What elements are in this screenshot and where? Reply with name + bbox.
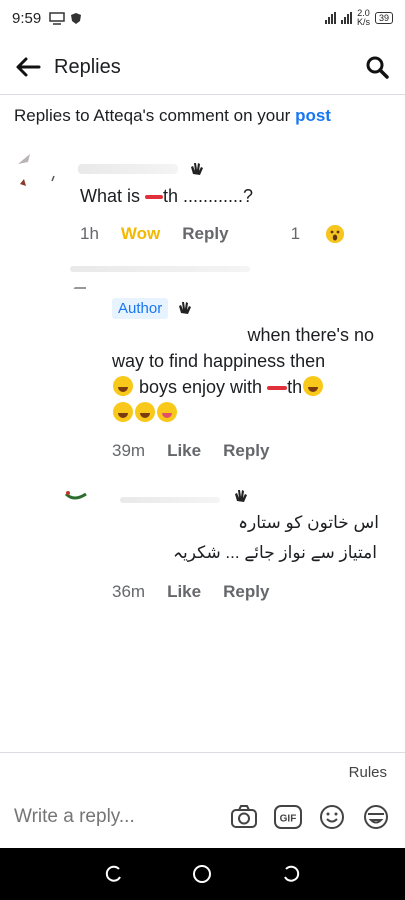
- net-speed: 2.0 K/s: [356, 8, 370, 27]
- comment-text: What is th ............?: [80, 186, 254, 206]
- shield-icon: [71, 12, 82, 24]
- wave-hand-icon: [235, 490, 247, 502]
- notification-icon: [49, 11, 65, 25]
- signal-icon: [324, 12, 336, 24]
- comment-text-line: اس خاتون کو ستارہ: [238, 513, 379, 532]
- system-nav-bar: [0, 848, 405, 900]
- comment-time: 36m: [112, 582, 146, 601]
- reply-button[interactable]: Reply: [223, 441, 269, 461]
- wow-emoji-icon: [326, 225, 345, 243]
- comment-text: when there's no way to find happiness th…: [112, 322, 392, 426]
- emoji-icon[interactable]: [317, 802, 347, 832]
- reply-input[interactable]: [14, 806, 194, 828]
- reply-button[interactable]: Reply: [182, 224, 228, 244]
- laughing-emoji-icon: [113, 376, 133, 396]
- commenter-name[interactable]: [78, 164, 178, 174]
- redaction-mark: [267, 386, 288, 391]
- author-badge: Author: [112, 298, 169, 319]
- camera-icon[interactable]: [229, 802, 259, 832]
- arrow-left-icon[interactable]: [14, 53, 42, 81]
- wave-hand-icon: [191, 163, 203, 175]
- commenter-name[interactable]: [70, 266, 250, 272]
- page-title: Replies: [54, 55, 121, 78]
- compose-bar: GIF: [0, 792, 405, 842]
- wave-hand-icon: [179, 302, 191, 314]
- back-nav-icon[interactable]: [279, 862, 303, 886]
- search-icon[interactable]: [363, 53, 391, 81]
- rules-link[interactable]: Rules: [349, 764, 387, 781]
- status-bar: 9:59 2.0 K/s 39: [0, 0, 405, 36]
- tongue-emoji-icon: [157, 402, 177, 422]
- compose-divider: [0, 752, 405, 753]
- avatar[interactable]: [70, 282, 104, 316]
- comment-time: 39m: [112, 441, 146, 460]
- redaction-mark: [145, 195, 164, 200]
- commenter-name[interactable]: [120, 497, 220, 503]
- sticker-icon[interactable]: [361, 802, 391, 832]
- home-icon[interactable]: [190, 862, 214, 886]
- avatar[interactable]: [14, 146, 60, 192]
- battery-icon: 39: [374, 12, 393, 24]
- status-time: 9:59: [12, 9, 42, 27]
- comment-time: 1h: [80, 224, 99, 243]
- comment-actions: 1h Wow Reply 1: [80, 224, 388, 244]
- recent-apps-icon[interactable]: [102, 862, 126, 886]
- reaction-count[interactable]: 1: [291, 224, 366, 244]
- wow-reaction-button[interactable]: Wow: [121, 224, 160, 244]
- laughing-emoji-icon: [303, 376, 324, 396]
- post-link[interactable]: post: [295, 106, 331, 125]
- svg-text:GIF: GIF: [280, 814, 297, 825]
- comment-text-line: امتیاز سے نواز جائے ... شکریہ: [173, 543, 377, 562]
- signal-icon: [340, 12, 352, 24]
- reply-button[interactable]: Reply: [223, 582, 269, 602]
- comment-actions: 39m Like Reply: [112, 441, 291, 461]
- comment-actions: 36m Like Reply: [112, 582, 291, 602]
- laughing-emoji-icon: [135, 402, 155, 422]
- avatar[interactable]: [62, 484, 96, 518]
- context-line: Replies to Atteqa's comment on your post: [14, 106, 331, 125]
- laughing-emoji-icon: [113, 402, 133, 422]
- header: Replies: [0, 40, 405, 94]
- like-button[interactable]: Like: [167, 441, 201, 461]
- like-button[interactable]: Like: [167, 582, 201, 602]
- header-divider: [0, 94, 405, 95]
- gif-icon[interactable]: GIF: [273, 802, 303, 832]
